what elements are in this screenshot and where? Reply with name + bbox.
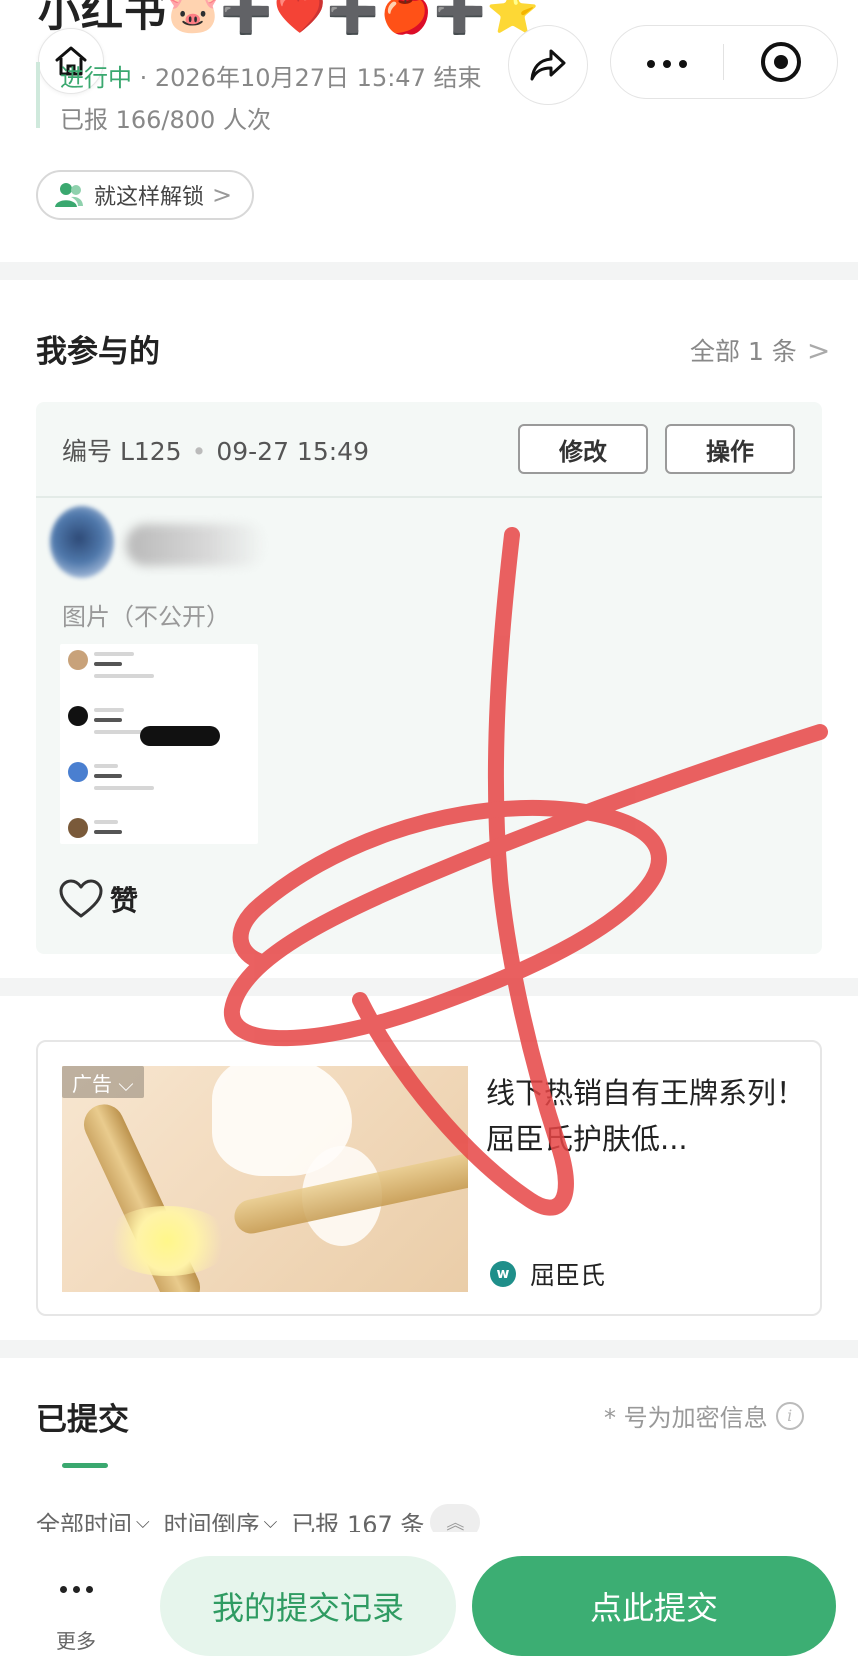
- more-button[interactable]: [611, 26, 723, 98]
- private-image-thumbnail[interactable]: [60, 644, 258, 844]
- encryption-note-text: * 号为加密信息: [604, 1404, 768, 1432]
- entry-meta: 编号 L125 • 09-27 15:49: [62, 432, 369, 468]
- more-menu-button[interactable]: 更多: [46, 1578, 106, 1654]
- unlock-button[interactable]: 就这样解锁 >: [36, 170, 255, 220]
- avatar: [50, 506, 114, 578]
- ad-brand[interactable]: w 屈臣氏: [490, 1256, 605, 1292]
- like-label: 赞: [110, 884, 139, 917]
- chevron-right-icon: >: [806, 333, 831, 367]
- meta-dot: •: [191, 437, 207, 466]
- more-dots-icon: [643, 53, 691, 72]
- active-tab-indicator: [62, 1463, 108, 1468]
- all-entries-label: 全部 1 条: [690, 337, 797, 366]
- page-title: 小红书🐷➕❤️➕🍎➕⭐: [38, 0, 541, 36]
- close-button[interactable]: [724, 26, 837, 98]
- ad-title[interactable]: 线下热销自有王牌系列！屈臣氏护肤低...: [486, 1070, 806, 1162]
- more-label: 更多: [56, 1629, 96, 1653]
- chevron-right-icon: >: [212, 181, 233, 209]
- status-line: 进行中 · 2026年10月27日 15:47 结束: [60, 58, 481, 93]
- section-divider: [0, 262, 858, 280]
- blurred-nickname: [126, 524, 266, 566]
- status-separator: ·: [132, 64, 155, 92]
- participant-count: 已报 166/800 人次: [60, 106, 271, 134]
- chevron-down-icon: ⌵: [136, 1511, 150, 1533]
- entry-time: 09-27 15:49: [216, 437, 369, 466]
- end-time: 2026年10月27日 15:47 结束: [154, 64, 482, 92]
- participated-title: 我参与的: [36, 334, 160, 370]
- info-icon[interactable]: i: [775, 1401, 804, 1430]
- submitted-title[interactable]: 已提交: [36, 1394, 129, 1439]
- section-divider: [0, 978, 858, 996]
- status-accent-bar: [36, 62, 40, 128]
- encryption-note: * 号为加密信息 i: [604, 1398, 804, 1433]
- brand-name: 屈臣氏: [530, 1261, 606, 1290]
- image-label: 图片（不公开）: [62, 603, 230, 631]
- action-button[interactable]: 操作: [665, 424, 795, 474]
- my-submissions-button[interactable]: 我的提交记录: [160, 1556, 456, 1656]
- all-entries-link[interactable]: 全部 1 条 >: [690, 332, 830, 368]
- entry-card: 编号 L125 • 09-27 15:49 修改 操作 图片（不公开） 赞: [36, 402, 822, 954]
- ad-image[interactable]: [62, 1066, 468, 1292]
- page: 小红书🐷➕❤️➕🍎➕⭐ 进行中 · 2026年10月27日 15:47 结束 已…: [0, 0, 858, 1672]
- share-button[interactable]: [508, 25, 588, 105]
- unlock-label: 就这样解锁: [94, 185, 205, 210]
- share-icon: [530, 49, 566, 81]
- status-badge: 进行中: [60, 64, 132, 92]
- brand-logo-icon: w: [490, 1261, 516, 1287]
- section-divider: [0, 1340, 858, 1358]
- mini-program-capsule: [610, 25, 838, 99]
- target-close-icon: [760, 42, 801, 82]
- more-dots-icon: [46, 1578, 106, 1597]
- entry-id: 编号 L125: [62, 437, 182, 466]
- ad-tag[interactable]: 广告 ⌵: [62, 1066, 144, 1098]
- entry-header: 编号 L125 • 09-27 15:49 修改 操作: [36, 402, 822, 498]
- like-button[interactable]: 赞: [58, 878, 138, 920]
- chevron-down-icon: ⌵: [263, 1511, 278, 1533]
- users-icon: [55, 183, 83, 207]
- bottom-action-bar: 更多 我的提交记录 点此提交: [0, 1532, 858, 1672]
- ad-card[interactable]: 广告 ⌵ 线下热销自有王牌系列！屈臣氏护肤低... w 屈臣氏: [36, 1040, 822, 1316]
- submit-button[interactable]: 点此提交: [472, 1556, 836, 1656]
- heart-icon: [59, 879, 103, 918]
- edit-button[interactable]: 修改: [518, 424, 648, 474]
